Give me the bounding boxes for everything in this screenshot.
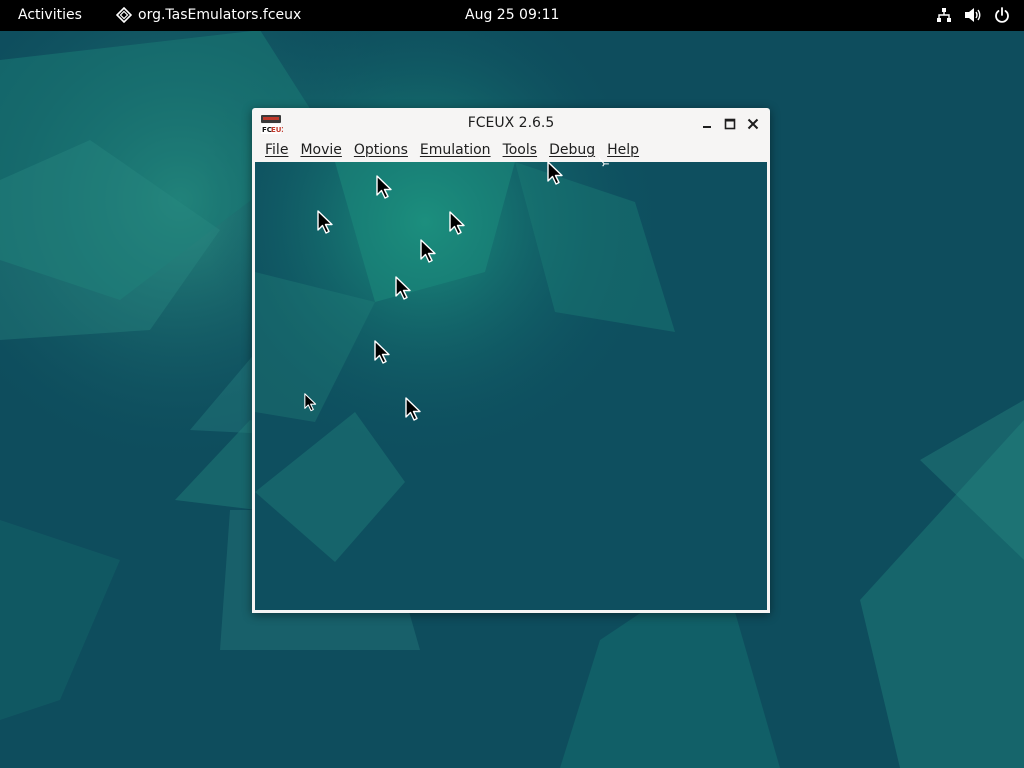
mouse-pointer-icon: [376, 175, 392, 199]
app-menu-button[interactable]: org.TasEmulators.fceux: [116, 7, 301, 23]
mouse-pointer-icon: [420, 239, 436, 263]
app-menu-label: org.TasEmulators.fceux: [138, 7, 302, 23]
desktop: Activities org.TasEmulators.fceux Aug 25…: [0, 0, 1024, 768]
mouse-pointer-icon: [395, 276, 411, 300]
mouse-pointer-icon: [374, 340, 390, 364]
fceux-window[interactable]: FC EUX FCEUX 2.6.5 File Movie Options Em…: [252, 108, 770, 613]
menu-options[interactable]: Options: [348, 140, 414, 160]
mouse-pointer-icon: [405, 397, 421, 421]
clock[interactable]: Aug 25 09:11: [465, 7, 559, 23]
system-status-area[interactable]: [936, 7, 1010, 23]
menu-movie[interactable]: Movie: [294, 140, 347, 160]
mouse-pointer-icon: [317, 210, 333, 234]
activities-button[interactable]: Activities: [18, 7, 82, 23]
mouse-pointer-icon: [304, 393, 317, 412]
menu-file[interactable]: File: [259, 140, 294, 160]
menu-emulation[interactable]: Emulation: [414, 140, 497, 160]
mouse-pointer-icon: [598, 157, 609, 167]
close-icon[interactable]: [745, 116, 761, 132]
volume-icon: [965, 8, 981, 22]
menu-debug[interactable]: Debug: [543, 140, 601, 160]
minimize-icon[interactable]: [699, 116, 715, 132]
fceux-app-menu-icon: [116, 7, 132, 23]
menu-bar: File Movie Options Emulation Tools Debug…: [252, 138, 770, 162]
network-icon: [937, 8, 951, 22]
mouse-pointer-icon: [449, 211, 465, 235]
power-icon: [995, 7, 1009, 23]
menu-tools[interactable]: Tools: [497, 140, 544, 160]
window-titlebar[interactable]: FC EUX FCEUX 2.6.5: [252, 108, 770, 138]
mouse-pointer-icon: [547, 161, 563, 185]
window-title: FCEUX 2.6.5: [467, 115, 555, 131]
top-bar: Activities org.TasEmulators.fceux Aug 25…: [0, 0, 1024, 31]
maximize-icon[interactable]: [722, 116, 738, 132]
